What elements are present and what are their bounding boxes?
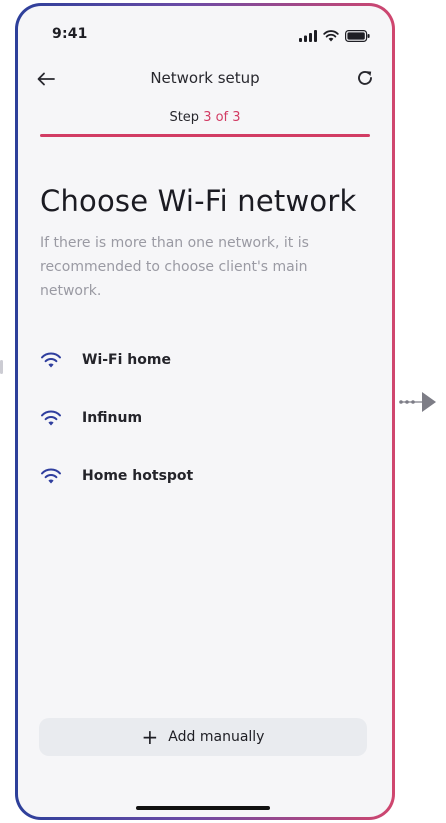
phone-screen: 9:41 Network setup Step 3 of 3 Choose Wi… bbox=[18, 6, 392, 817]
status-time: 9:41 bbox=[52, 26, 88, 42]
network-item-infinum[interactable]: Infinum bbox=[40, 404, 370, 432]
battery-icon bbox=[345, 27, 370, 46]
phone-frame: 9:41 Network setup Step 3 of 3 Choose Wi… bbox=[15, 3, 395, 820]
home-indicator bbox=[136, 806, 270, 810]
wifi-icon bbox=[40, 467, 62, 485]
nav-header: Network setup bbox=[18, 61, 392, 97]
step-prefix: Step bbox=[169, 110, 200, 125]
wifi-icon bbox=[40, 351, 62, 369]
step-indicator: Step 3 of 3 bbox=[18, 110, 392, 125]
flow-arrow-icon bbox=[398, 390, 438, 414]
refresh-icon[interactable] bbox=[352, 65, 378, 91]
network-name: Home hotspot bbox=[82, 468, 194, 484]
page-title: Network setup bbox=[150, 69, 260, 87]
add-manually-button[interactable]: + Add manually bbox=[39, 718, 367, 756]
status-icons bbox=[299, 27, 370, 46]
main-heading: Choose Wi-Fi network bbox=[40, 184, 357, 218]
network-item-wifi-home[interactable]: Wi-Fi home bbox=[40, 346, 370, 374]
wifi-icon bbox=[40, 409, 62, 427]
add-manually-label: Add manually bbox=[168, 729, 265, 745]
network-name: Infinum bbox=[82, 410, 143, 426]
wifi-status-icon bbox=[323, 27, 339, 46]
canvas: 9:41 Network setup Step 3 of 3 Choose Wi… bbox=[0, 0, 446, 823]
status-bar: 9:41 bbox=[18, 6, 392, 52]
step-progress-bar bbox=[40, 134, 370, 137]
cellular-signal-icon bbox=[299, 27, 317, 46]
plus-icon: + bbox=[141, 725, 159, 749]
network-item-home-hotspot[interactable]: Home hotspot bbox=[40, 462, 370, 490]
flow-edge-mark bbox=[0, 360, 3, 374]
main-description: If there is more than one network, it is… bbox=[40, 235, 309, 299]
step-current: 3 of 3 bbox=[203, 110, 241, 125]
network-list: Wi-Fi home Infinum Home hotspot bbox=[40, 346, 370, 520]
network-name: Wi-Fi home bbox=[82, 352, 171, 368]
